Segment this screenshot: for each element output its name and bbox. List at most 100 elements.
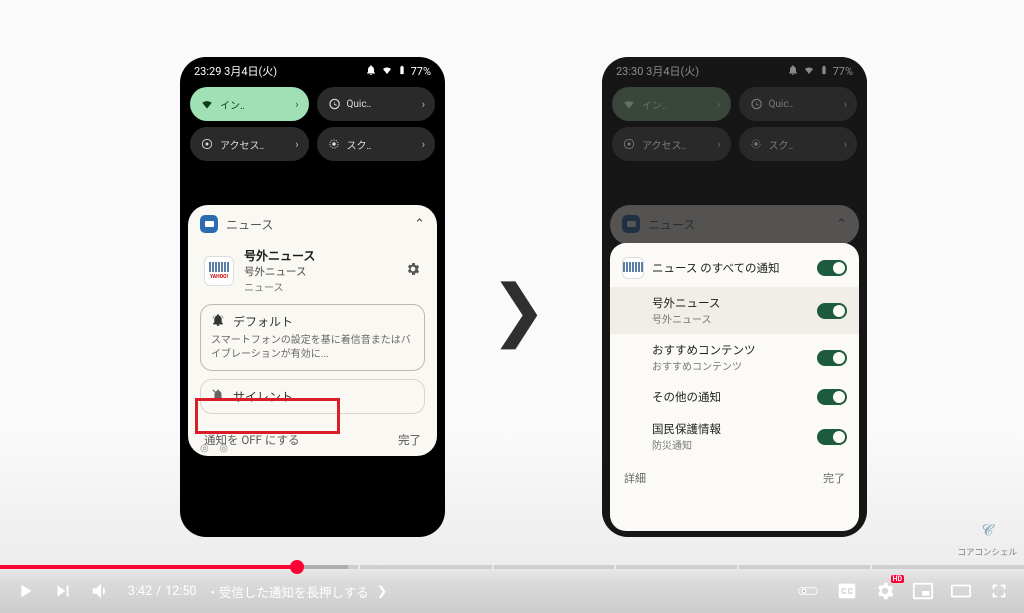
qs-quickshare[interactable]: Quic‥ ›	[317, 87, 436, 121]
toggle-switch[interactable]	[817, 303, 847, 319]
chevron-up-icon[interactable]: ⌃	[414, 217, 425, 232]
accessibility-icon	[622, 137, 636, 151]
chevron-right-icon[interactable]: ❯	[377, 583, 387, 599]
toggle-switch[interactable]	[817, 350, 847, 366]
status-time: 23:30	[616, 65, 643, 78]
status-date: 3月4日(火)	[224, 65, 277, 78]
notification-group: ニュース	[648, 216, 695, 233]
chevron-right-icon: ›	[295, 138, 298, 151]
next-button[interactable]	[52, 580, 74, 602]
bell-ring-icon	[211, 313, 225, 330]
qs-internet[interactable]: イン‥ ›	[190, 87, 309, 121]
option-silent[interactable]: サイレント	[200, 379, 425, 414]
qs-label: アクセス‥	[220, 137, 289, 152]
wifi-icon	[200, 97, 214, 111]
qs-quickshare[interactable]: Quic‥ ›	[739, 87, 858, 121]
status-bar: 23:29 3月4日(火) 77%	[180, 57, 445, 81]
settings-button[interactable]: HD	[874, 580, 896, 602]
done-button[interactable]: 完了	[823, 470, 845, 486]
qs-row-2: アクセス‥ › スク‥ ›	[180, 121, 445, 161]
notification-card-bg: ニュース ⌃	[610, 205, 859, 245]
qs-row-1: イン‥ › Quic‥ ›	[180, 81, 445, 121]
chevron-right-icon: ›	[844, 98, 847, 111]
captions-button[interactable]	[836, 580, 858, 602]
qs-internet[interactable]: イン‥ ›	[612, 87, 731, 121]
time-current: 3:42	[128, 584, 152, 599]
channel-row-recommended[interactable]: おすすめコンテンツ おすすめコンテンツ	[620, 334, 849, 381]
yahoo-news-icon	[622, 257, 644, 279]
channel-row-disaster[interactable]: 国民保護情報 防災通知	[620, 413, 849, 460]
notification-card: ニュース ⌃ YAHOO! 号外ニュース 号外ニュース ニュース デフォルト ス…	[188, 205, 437, 456]
qs-screen[interactable]: スク‥ ›	[317, 127, 436, 161]
notification-group: ニュース	[226, 216, 273, 233]
video-player-controls: 3:42 / 12:50 ・受信した通知を長押しする ❯ HD	[0, 565, 1024, 613]
notification-header[interactable]: ニュース ⌃	[200, 215, 425, 241]
settings-actions: 詳細 完了	[620, 460, 849, 492]
qs-label: アクセス‥	[642, 137, 711, 152]
wifi-icon	[381, 64, 393, 79]
watermark-text: コアコンシェル	[957, 546, 1017, 558]
chevron-right-icon: ›	[717, 138, 720, 151]
accessibility-icon	[200, 137, 214, 151]
time-display: 3:42 / 12:50 ・受信した通知を長押しする ❯	[128, 582, 387, 601]
alarm-off-icon	[365, 64, 377, 79]
gear-icon[interactable]	[405, 261, 421, 281]
autoplay-toggle[interactable]	[798, 580, 820, 602]
qs-row-2: アクセス‥ › スク‥ ›	[602, 121, 867, 161]
notification-category: ニュース	[244, 279, 395, 294]
time-total: 12:50	[165, 584, 196, 599]
volume-button[interactable]	[90, 580, 112, 602]
notification-title: 号外ニュース	[244, 247, 395, 264]
channel-row-other[interactable]: その他の通知	[620, 381, 849, 413]
channel-title: ニュース のすべての通知	[652, 260, 809, 276]
yahoo-news-icon: YAHOO!	[204, 256, 234, 286]
battery-icon	[397, 64, 407, 79]
option-default[interactable]: デフォルト スマートフォンの設定を基に着信音またはバイブレーションが有効に...	[200, 304, 425, 371]
watermark-icon: 𝓒	[975, 519, 999, 543]
notification-actions: 通知を OFF にする 完了	[200, 422, 425, 452]
qs-screen[interactable]: スク‥ ›	[739, 127, 858, 161]
details-button[interactable]: 詳細	[624, 470, 646, 486]
qs-label: スク‥	[769, 137, 838, 152]
time-sep: /	[156, 584, 161, 599]
option-silent-label: サイレント	[233, 388, 293, 405]
qs-label: Quic‥	[347, 99, 416, 110]
status-time: 23:29	[194, 65, 221, 78]
chevron-up-icon: ⌃	[836, 217, 847, 232]
channel-row-all[interactable]: ニュース のすべての通知	[620, 249, 849, 287]
play-button[interactable]	[14, 580, 36, 602]
qs-row-1: イン‥ › Quic‥ ›	[602, 81, 867, 121]
theater-button[interactable]	[950, 580, 972, 602]
toggle-switch[interactable]	[817, 389, 847, 405]
history-icon	[749, 97, 763, 111]
channel-watermark[interactable]: 𝓒 コアコンシェル	[957, 519, 1017, 558]
phone-right: 23:30 3月4日(火) 77% イン‥ › Quic‥ › アクセス‥ ›	[602, 57, 867, 537]
qs-access[interactable]: アクセス‥ ›	[190, 127, 309, 161]
option-default-desc: スマートフォンの設定を基に着信音またはバイブレーションが有効に...	[211, 334, 414, 362]
qs-label: イン‥	[642, 97, 711, 112]
qs-access[interactable]: アクセス‥ ›	[612, 127, 731, 161]
chevron-right-icon: ›	[422, 98, 425, 111]
history-icon	[327, 97, 341, 111]
channel-sub: おすすめコンテンツ	[652, 358, 809, 373]
done-button[interactable]: 完了	[398, 432, 421, 448]
qs-label: Quic‥	[769, 99, 838, 110]
wifi-icon	[803, 64, 815, 79]
chevron-right-icon: ›	[717, 98, 720, 111]
battery-pct: 77%	[411, 65, 431, 78]
channel-row-breaking[interactable]: 号外ニュース 号外ニュース	[610, 287, 859, 334]
notification-subtitle: 号外ニュース	[244, 264, 395, 279]
news-app-icon	[200, 215, 218, 233]
channel-title: その他の通知	[652, 389, 809, 405]
fullscreen-button[interactable]	[988, 580, 1010, 602]
toggle-switch[interactable]	[817, 260, 847, 276]
notification-body: YAHOO! 号外ニュース 号外ニュース ニュース	[200, 241, 425, 304]
toggle-switch[interactable]	[817, 429, 847, 445]
chapter-title[interactable]: ・受信した通知を長押しする	[206, 582, 368, 601]
channel-settings-card: ニュース のすべての通知 号外ニュース 号外ニュース おすすめコンテンツ おすす…	[610, 243, 859, 531]
chevron-right-icon: ›	[844, 138, 847, 151]
miniplayer-button[interactable]	[912, 580, 934, 602]
channel-title: 号外ニュース	[652, 295, 809, 311]
battery-icon	[819, 64, 829, 79]
wifi-icon	[622, 97, 636, 111]
